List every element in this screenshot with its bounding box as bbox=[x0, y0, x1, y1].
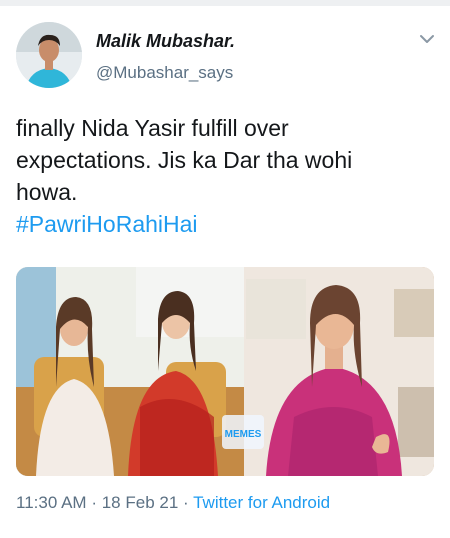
meta-separator: · bbox=[91, 493, 97, 512]
tweet-text-line: expectations. Jis ka Dar tha wohi bbox=[16, 147, 353, 173]
tweet-meta: 11:30 AM · 18 Feb 21 · Twitter for Andro… bbox=[16, 493, 330, 513]
media-watermark: MEMES bbox=[225, 429, 262, 440]
tweet-text-line: finally Nida Yasir fulfill over bbox=[16, 115, 289, 141]
hashtag-link[interactable]: #PawriHoRahiHai bbox=[16, 208, 436, 240]
top-divider bbox=[0, 0, 450, 6]
tweet-time[interactable]: 11:30 AM bbox=[16, 493, 87, 512]
tweet-text: finally Nida Yasir fulfill over expectat… bbox=[16, 112, 436, 240]
tweet-source-link[interactable]: Twitter for Android bbox=[193, 493, 330, 512]
avatar-image bbox=[16, 22, 82, 88]
avatar[interactable] bbox=[16, 22, 82, 88]
chevron-down-icon[interactable] bbox=[418, 30, 436, 48]
author-name[interactable]: Malik Mubashar. bbox=[96, 31, 235, 52]
meta-separator: · bbox=[183, 493, 189, 512]
tweet-text-line: howa. bbox=[16, 179, 78, 205]
author-handle[interactable]: @Mubashar_says bbox=[96, 63, 233, 83]
media-image: MEMES bbox=[16, 267, 434, 476]
tweet-date[interactable]: 18 Feb 21 bbox=[102, 493, 179, 512]
tweet-media[interactable]: MEMES bbox=[16, 267, 434, 476]
